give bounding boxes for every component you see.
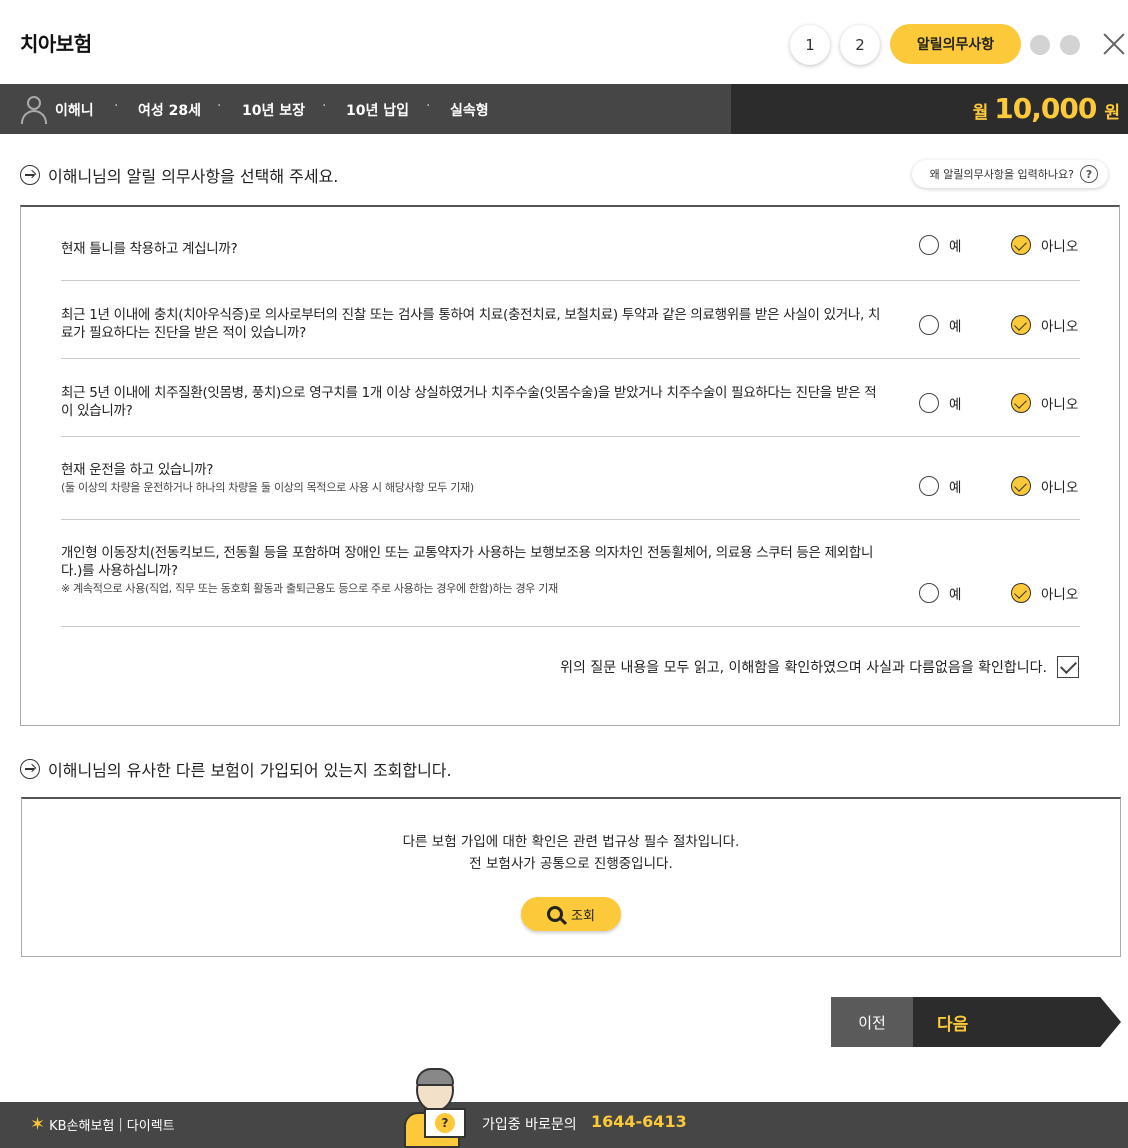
header: 치아보험 1 2 알릴의무사항 (0, 0, 1128, 84)
next-button[interactable]: 다음 (913, 997, 1121, 1047)
answer-yes-radio[interactable]: 예 (919, 476, 961, 496)
question-text: 현재 운전을 하고 있습니까? (둘 이상의 차량을 운전하거나 하나의 차량을… (61, 461, 881, 497)
question-row: 최근 5년 이내에 치주질환(잇몸병, 풍치)으로 영구치를 1개 이상 상실하… (61, 359, 1080, 437)
answer-yes-radio[interactable]: 예 (919, 583, 961, 603)
price-prefix: 월 (972, 103, 989, 123)
answer-yes-radio[interactable]: 예 (919, 235, 961, 255)
close-icon[interactable] (1100, 30, 1128, 58)
page: 치아보험 1 2 알릴의무사항 이해니 · 여성 28세 · 10년 보장 · … (0, 0, 1128, 1148)
call-number-link[interactable]: 1644-6413 (591, 1112, 687, 1131)
summary-payment-period: 10년 납입 (346, 103, 409, 119)
confirm-text: 위의 질문 내용을 모두 읽고, 이해함을 확인하였으며 사실과 다름없음을 확… (560, 660, 1047, 676)
step-1-button[interactable]: 1 (790, 25, 830, 65)
summary-separator: · (114, 98, 119, 114)
prev-button[interactable]: 이전 (831, 997, 913, 1047)
answer-no-radio[interactable]: 아니오 (1011, 315, 1078, 335)
summary-coverage-period: 10년 보장 (242, 103, 305, 119)
answer-no-radio[interactable]: 아니오 (1011, 393, 1078, 413)
answer-no-radio[interactable]: 아니오 (1011, 235, 1078, 255)
price-unit: 원 (1104, 103, 1120, 123)
step-dot-pending (1060, 35, 1080, 55)
answer-yes-radio[interactable]: 예 (919, 393, 961, 413)
answer-no-radio[interactable]: 아니오 (1011, 583, 1078, 603)
lookup-notice-line: 다른 보험 가입에 대한 확인은 관련 법규상 필수 절차입니다. (402, 834, 740, 850)
help-character-icon: ? (402, 1068, 472, 1148)
other-insurance-section-title: 이해니님의 유사한 다른 보험이 가입되어 있는지 조회합니다. (20, 757, 452, 781)
radio-checked-icon (1011, 393, 1031, 413)
char-question-mark: ? (435, 1113, 455, 1133)
arrow-right-circle-icon (20, 759, 40, 779)
lookup-notice-line: 전 보험사가 공통으로 진행중입니다. (469, 856, 673, 872)
question-note: ※ 계속적으로 사용(직업, 직무 또는 동호회 활동과 출퇴근용도 등으로 주… (61, 582, 558, 595)
radio-unchecked-icon (919, 315, 939, 335)
radio-unchecked-icon (919, 476, 939, 496)
question-row: 현재 운전을 하고 있습니까? (둘 이상의 차량을 운전하거나 하나의 차량을… (61, 437, 1080, 520)
price-amount: 10,000 (994, 92, 1097, 125)
user-icon (20, 94, 48, 124)
confirm-read-checkbox-row[interactable]: 위의 질문 내용을 모두 읽고, 이해함을 확인하였으며 사실과 다름없음을 확… (560, 656, 1079, 678)
radio-unchecked-icon (919, 393, 939, 413)
price-panel: 월 10,000 원 (731, 84, 1128, 134)
checkbox-checked-icon[interactable] (1057, 656, 1079, 678)
question-row: 현재 틀니를 착용하고 계십니까? 예 아니오 (61, 207, 1080, 281)
arrow-right-circle-icon (20, 165, 40, 185)
monthly-price: 월 10,000 원 (973, 92, 1120, 125)
radio-checked-icon (1011, 583, 1031, 603)
kb-star-icon: ✶ (30, 1114, 46, 1135)
radio-checked-icon (1011, 476, 1031, 496)
question-text: 최근 1년 이내에 충치(치아우식증)로 의사로부터의 진찰 또는 검사를 통하… (61, 307, 881, 341)
search-icon (547, 906, 564, 922)
question-row: 최근 1년 이내에 충치(치아우식증)로 의사로부터의 진찰 또는 검사를 통하… (61, 281, 1080, 359)
call-label: 가입중 바로문의 (482, 1117, 577, 1133)
why-disclosure-help-button[interactable]: 왜 알릴의무사항을 입력하나요? ? (912, 160, 1108, 188)
radio-checked-icon (1011, 235, 1031, 255)
step-dot-pending (1030, 35, 1050, 55)
plan-summary-bar: 이해니 · 여성 28세 · 10년 보장 · 10년 납입 · 실속형 월 1… (0, 84, 1128, 134)
disclosure-question-box: 현재 틀니를 착용하고 계십니까? 예 아니오 최근 1년 이내에 충치(치아우… (20, 205, 1120, 726)
summary-separator: · (217, 98, 222, 114)
question-row: 개인형 이동장치(전동킥보드, 전동휠 등을 포함하며 장애인 또는 교통약자가… (61, 520, 1080, 627)
radio-unchecked-icon (919, 235, 939, 255)
question-icon: ? (1080, 165, 1098, 183)
other-insurance-lookup-box: 다른 보험 가입에 대한 확인은 관련 법규상 필수 절차입니다. 전 보험사가… (21, 797, 1121, 957)
disclosure-section-title: 이해니님의 알릴 의무사항을 선택해 주세요. (20, 163, 338, 187)
summary-gender-age: 여성 28세 (138, 103, 201, 119)
kb-logo[interactable]: ✶ KB손해보험 | 다이렉트 (30, 1114, 175, 1135)
answer-no-radio[interactable]: 아니오 (1011, 476, 1078, 496)
question-text: 현재 틀니를 착용하고 계십니까? (61, 241, 238, 257)
question-text: 개인형 이동장치(전동킥보드, 전동휠 등을 포함하며 장애인 또는 교통약자가… (61, 544, 881, 598)
lookup-button[interactable]: 조회 (521, 897, 621, 931)
radio-unchecked-icon (919, 583, 939, 603)
question-text: 최근 5년 이내에 치주질환(잇몸병, 풍치)으로 영구치를 1개 이상 상실하… (61, 385, 877, 419)
step-active-disclosure[interactable]: 알릴의무사항 (890, 24, 1021, 64)
summary-separator: · (322, 98, 327, 114)
question-note: (둘 이상의 차량을 운전하거나 하나의 차량을 둘 이상의 목적으로 사용 시… (61, 481, 474, 494)
summary-plan-type: 실속형 (450, 103, 489, 119)
summary-separator: · (426, 98, 431, 114)
step-2-button[interactable]: 2 (840, 25, 880, 65)
summary-name: 이해니 (55, 103, 94, 119)
radio-checked-icon (1011, 315, 1031, 335)
answer-yes-radio[interactable]: 예 (919, 315, 961, 335)
page-title: 치아보험 (20, 32, 92, 56)
